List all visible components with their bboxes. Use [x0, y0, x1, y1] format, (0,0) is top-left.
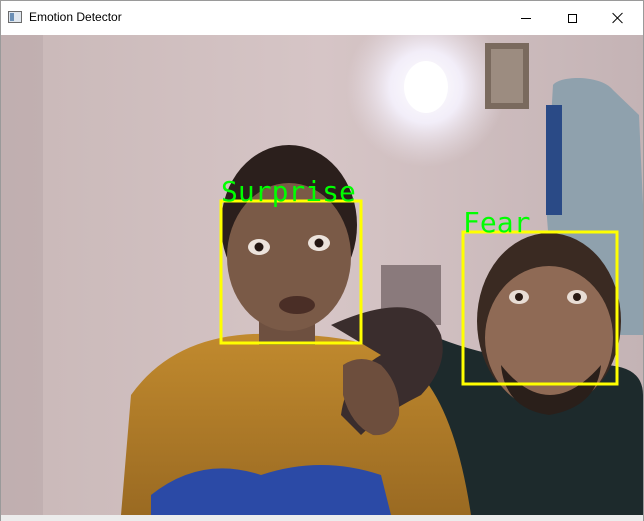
- maximize-icon: [567, 13, 577, 23]
- pupil: [573, 293, 581, 301]
- title-bar[interactable]: Emotion Detector: [1, 1, 643, 35]
- emotion-detector-window: Emotion Detector Surprise Fear: [0, 0, 644, 521]
- pupil: [254, 242, 264, 252]
- maximize-button[interactable]: [549, 1, 595, 35]
- detection-label-surprise: Surprise: [221, 175, 356, 208]
- window-bottom-border: [1, 515, 643, 521]
- bag-strap: [546, 105, 562, 215]
- person-left-mouth: [279, 296, 315, 314]
- wall-shadow-left: [1, 35, 43, 515]
- camera-feed: Surprise Fear: [1, 35, 643, 515]
- close-button[interactable]: [595, 1, 641, 35]
- lamp-bulb: [404, 61, 448, 113]
- pupil: [314, 238, 324, 248]
- camera-frame-image: Surprise Fear: [1, 35, 643, 515]
- detection-label-fear: Fear: [463, 206, 530, 239]
- minimize-button[interactable]: [503, 1, 549, 35]
- app-icon[interactable]: [8, 11, 22, 23]
- pupil: [515, 293, 523, 301]
- window-title: Emotion Detector: [29, 10, 122, 24]
- minimize-icon: [521, 17, 531, 19]
- wall-frame-inner: [491, 49, 523, 103]
- close-icon: [612, 12, 624, 24]
